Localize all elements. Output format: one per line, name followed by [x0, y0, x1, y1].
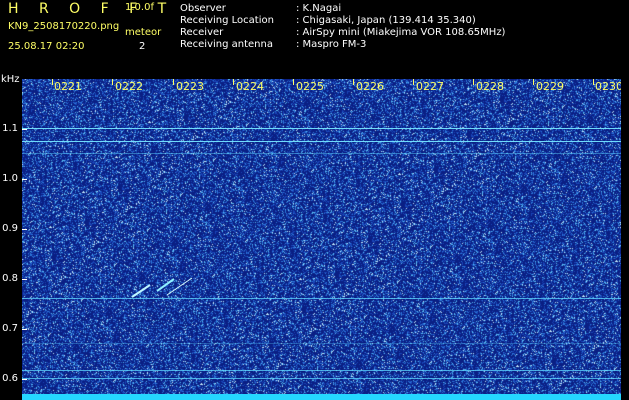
timestamp-label: 25.08.17 02:20: [8, 41, 85, 52]
meteor-count: 2: [139, 41, 146, 52]
time-tick: [173, 79, 174, 85]
time-tick: [593, 79, 594, 85]
location-label: Receiving Location: [180, 15, 274, 26]
time-label-0223: 0223: [176, 80, 204, 93]
time-label-0222: 0222: [115, 80, 143, 93]
frequency-unit-label: kHz: [1, 74, 20, 85]
time-tick: [533, 79, 534, 85]
meteor-echo: [131, 284, 151, 298]
time-tick: [52, 79, 53, 85]
time-tick: [112, 79, 113, 85]
time-tick: [293, 79, 294, 85]
receiver-label: Receiver: [180, 27, 224, 38]
time-label-0227: 0227: [416, 80, 444, 93]
time-label-0226: 0226: [356, 80, 384, 93]
observer-value: : K.Nagai: [296, 3, 342, 14]
freq-label-0-6: 0.6: [2, 373, 18, 384]
observer-label: Observer: [180, 3, 226, 14]
time-label-0229: 0229: [536, 80, 564, 93]
freq-tick: [22, 129, 27, 130]
freq-tick: [22, 179, 27, 180]
meteor-echo-traces: [131, 277, 193, 298]
time-tick: [233, 79, 234, 85]
antenna-value: : Maspro FM-3: [296, 39, 367, 50]
time-tick: [353, 79, 354, 85]
meteor-label: meteor: [125, 27, 162, 38]
time-tick: [473, 79, 474, 85]
freq-tick: [22, 279, 27, 280]
freq-label-0-7: 0.7: [2, 323, 18, 334]
freq-tick: [22, 379, 27, 380]
antenna-label: Receiving antenna: [180, 39, 273, 50]
freq-label-0-9: 0.9: [2, 223, 18, 234]
header-panel: H R O F F T 1.0.0f KN9_2508170220.png me…: [0, 0, 629, 74]
time-label-0230: 0230: [595, 80, 621, 93]
freq-label-0-8: 0.8: [2, 273, 18, 284]
time-tick: [413, 79, 414, 85]
freq-label-1-0: 1.0: [2, 173, 18, 184]
version-label: 1.0.0f: [125, 2, 154, 13]
spectrogram-plot: 0221 0222 0223 0224 0225 0226 0227 0228 …: [22, 79, 621, 400]
meteor-echo: [156, 278, 175, 292]
freq-label-1-1: 1.1: [2, 123, 18, 134]
time-label-0221: 0221: [54, 80, 82, 93]
filename-label: KN9_2508170220.png: [8, 21, 120, 32]
time-label-0225: 0225: [296, 80, 324, 93]
location-value: : Chigasaki, Japan (139.414 35.340): [296, 15, 476, 26]
bottom-signal-band: [22, 394, 621, 400]
freq-tick: [22, 229, 27, 230]
receiver-value: : AirSpy mini (Miakejima VOR 108.65MHz): [296, 27, 506, 38]
freq-tick: [22, 329, 27, 330]
time-label-0224: 0224: [236, 80, 264, 93]
time-label-0228: 0228: [476, 80, 504, 93]
